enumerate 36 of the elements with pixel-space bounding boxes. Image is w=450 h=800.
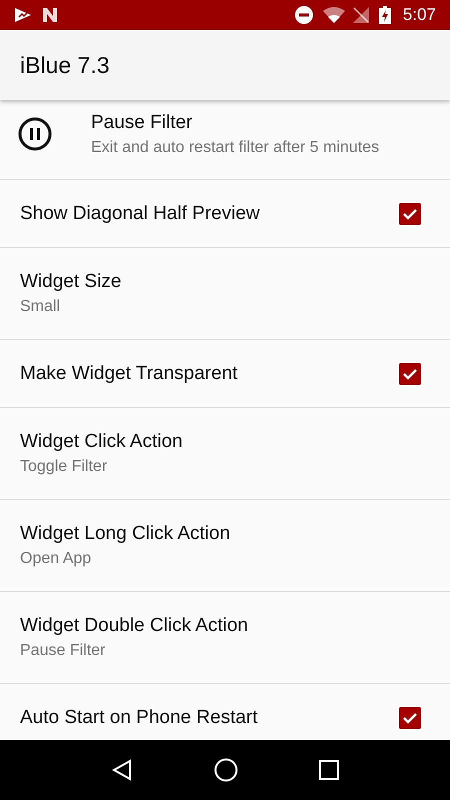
do-not-disturb-icon (294, 6, 313, 24)
checkbox[interactable] (399, 362, 421, 384)
recents-icon[interactable] (319, 760, 340, 780)
play-store-icon (14, 7, 32, 23)
setting-summary: Toggle Filter (20, 456, 108, 476)
setting-title: Widget Long Click Action (20, 522, 232, 546)
settings-item[interactable]: Show Diagonal Half Preview (0, 180, 450, 248)
setting-summary: Pause Filter (20, 640, 106, 660)
settings-item[interactable]: Auto Start on Phone Restart (0, 684, 450, 740)
setting-title: Show Diagonal Half Preview (20, 202, 261, 226)
setting-title: Auto Start on Phone Restart (20, 706, 259, 730)
setting-title: Make Widget Transparent (20, 362, 239, 386)
wifi-icon (322, 7, 345, 23)
setting-title: Widget Size (20, 270, 122, 294)
battery-charging-icon (378, 6, 391, 24)
setting-title: Pause Filter (91, 111, 194, 135)
settings-item[interactable]: Make Widget Transparent (0, 340, 450, 408)
settings-item[interactable]: Widget Double Click Action Pause Filter (0, 592, 450, 684)
settings-item[interactable]: Widget Long Click Action Open App (0, 500, 450, 592)
settings-item[interactable]: Pause Filter Exit and auto restart filter after 5 minutes (0, 100, 450, 180)
home-icon[interactable] (214, 758, 238, 782)
setting-summary: Exit and auto restart filter after 5 minutes (91, 138, 380, 158)
settings-item[interactable]: Widget Size Small (0, 248, 450, 340)
n-logo-icon (42, 7, 58, 23)
back-icon[interactable] (110, 759, 133, 781)
no-signal-icon (352, 7, 369, 23)
checkbox[interactable] (399, 707, 421, 729)
settings-item[interactable]: Widget Click Action Toggle Filter (0, 408, 450, 500)
setting-summary: Small (20, 296, 62, 316)
setting-title: Widget Double Click Action (20, 614, 250, 638)
setting-title: Widget Click Action (20, 430, 184, 454)
status-time: 5:07 (402, 4, 436, 26)
app-title: iBlue 7.3 (20, 50, 110, 80)
setting-summary: Open App (20, 548, 92, 568)
pause-icon (18, 117, 52, 151)
checkbox[interactable] (399, 202, 421, 224)
